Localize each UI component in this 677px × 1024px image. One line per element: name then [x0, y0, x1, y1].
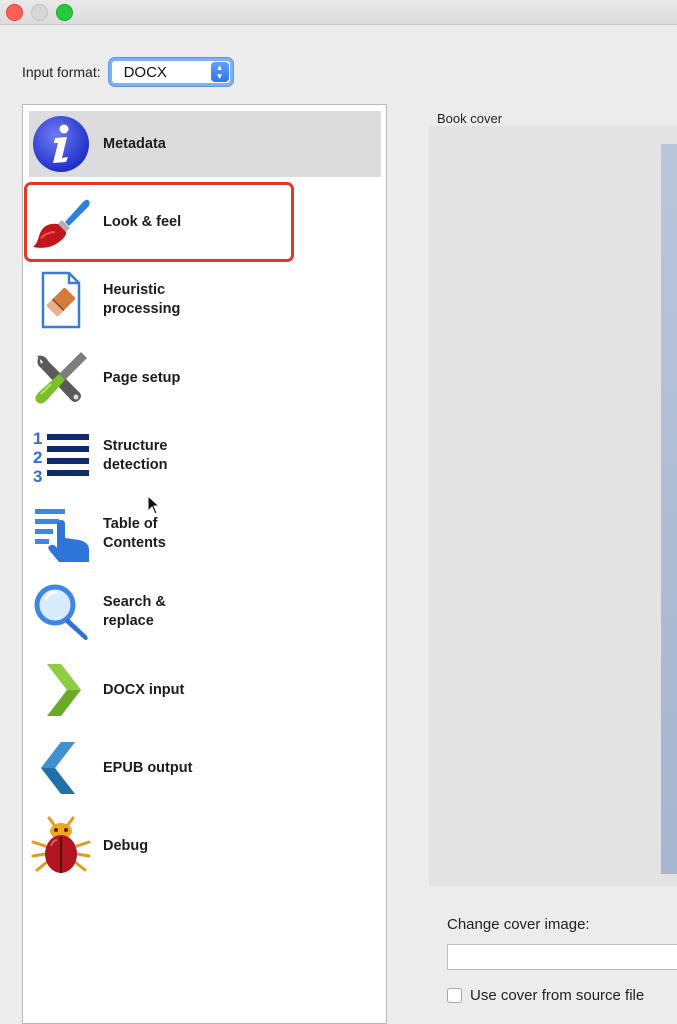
sidebar-item-label: EPUB output [103, 759, 193, 776]
numbered-list-icon: 1 2 3 [29, 424, 93, 488]
close-window-button[interactable] [6, 4, 23, 21]
input-format-value: DOCX [123, 64, 167, 81]
sidebar-item-label: Debug [103, 837, 149, 854]
use-cover-checkbox[interactable] [447, 988, 462, 1003]
svg-text:3: 3 [33, 467, 42, 486]
change-cover-input[interactable] [447, 944, 677, 970]
sidebar-item-label: Page setup [103, 369, 181, 386]
svg-text:2: 2 [33, 448, 42, 467]
sidebar-item-label: Heuristic processing [103, 282, 181, 317]
sidebar-item-search-and-replace[interactable]: Search & replace [29, 579, 381, 645]
chevron-left-icon [29, 736, 93, 800]
chevron-right-icon [29, 658, 93, 722]
maximize-window-button[interactable] [56, 4, 73, 21]
sidebar-item-heuristic-processing[interactable]: Heuristic processing [29, 267, 381, 333]
sidebar-item-debug[interactable]: Debug [29, 813, 381, 879]
sidebar-item-epub-output[interactable]: EPUB output [29, 735, 381, 801]
magnifier-icon [29, 580, 93, 644]
sidebar-item-docx-input[interactable]: DOCX input [29, 657, 381, 723]
input-format-label: Input format: [22, 64, 101, 80]
cover-preview-area [429, 126, 677, 886]
book-cover-panel: Book cover Change cover image: Use cover… [429, 108, 677, 1011]
sidebar-item-label: Metadata [103, 135, 166, 152]
document-eraser-icon [29, 268, 93, 332]
mouse-cursor-icon [147, 494, 161, 520]
cover-image-preview [661, 144, 677, 874]
use-cover-label: Use cover from source file [470, 987, 645, 1004]
select-arrows-icon: ▲ ▼ [210, 62, 229, 82]
bug-icon [29, 814, 93, 878]
sidebar-item-metadata[interactable]: Metadata [29, 111, 381, 177]
toc-pointer-icon [29, 502, 93, 566]
sidebar-item-label: DOCX input [103, 681, 185, 698]
input-format-row: Input format: DOCX ▲ ▼ [22, 56, 233, 88]
use-cover-from-source-row[interactable]: Use cover from source file [447, 987, 644, 1004]
sidebar-item-structure-detection[interactable]: 1 2 3 Structure detection [29, 423, 381, 489]
book-cover-title: Book cover [437, 111, 503, 126]
window-titlebar [0, 0, 677, 25]
sidebar-item-label: Structure detection [103, 438, 168, 473]
sidebar-item-label: Search & replace [103, 594, 166, 629]
change-cover-label: Change cover image: [447, 916, 590, 933]
sidebar-item-table-of-contents[interactable]: Table of Contents [29, 501, 381, 567]
wrench-screwdriver-icon [29, 346, 93, 410]
sidebar-item-page-setup[interactable]: Page setup [29, 345, 381, 411]
input-format-select[interactable]: DOCX ▲ ▼ [108, 58, 233, 86]
minimize-window-button[interactable] [31, 4, 48, 21]
sidebar-item-label: Table of Contents [103, 516, 166, 551]
highlight-annotation-box [24, 182, 294, 262]
info-icon [29, 112, 93, 176]
svg-text:1: 1 [33, 429, 42, 448]
